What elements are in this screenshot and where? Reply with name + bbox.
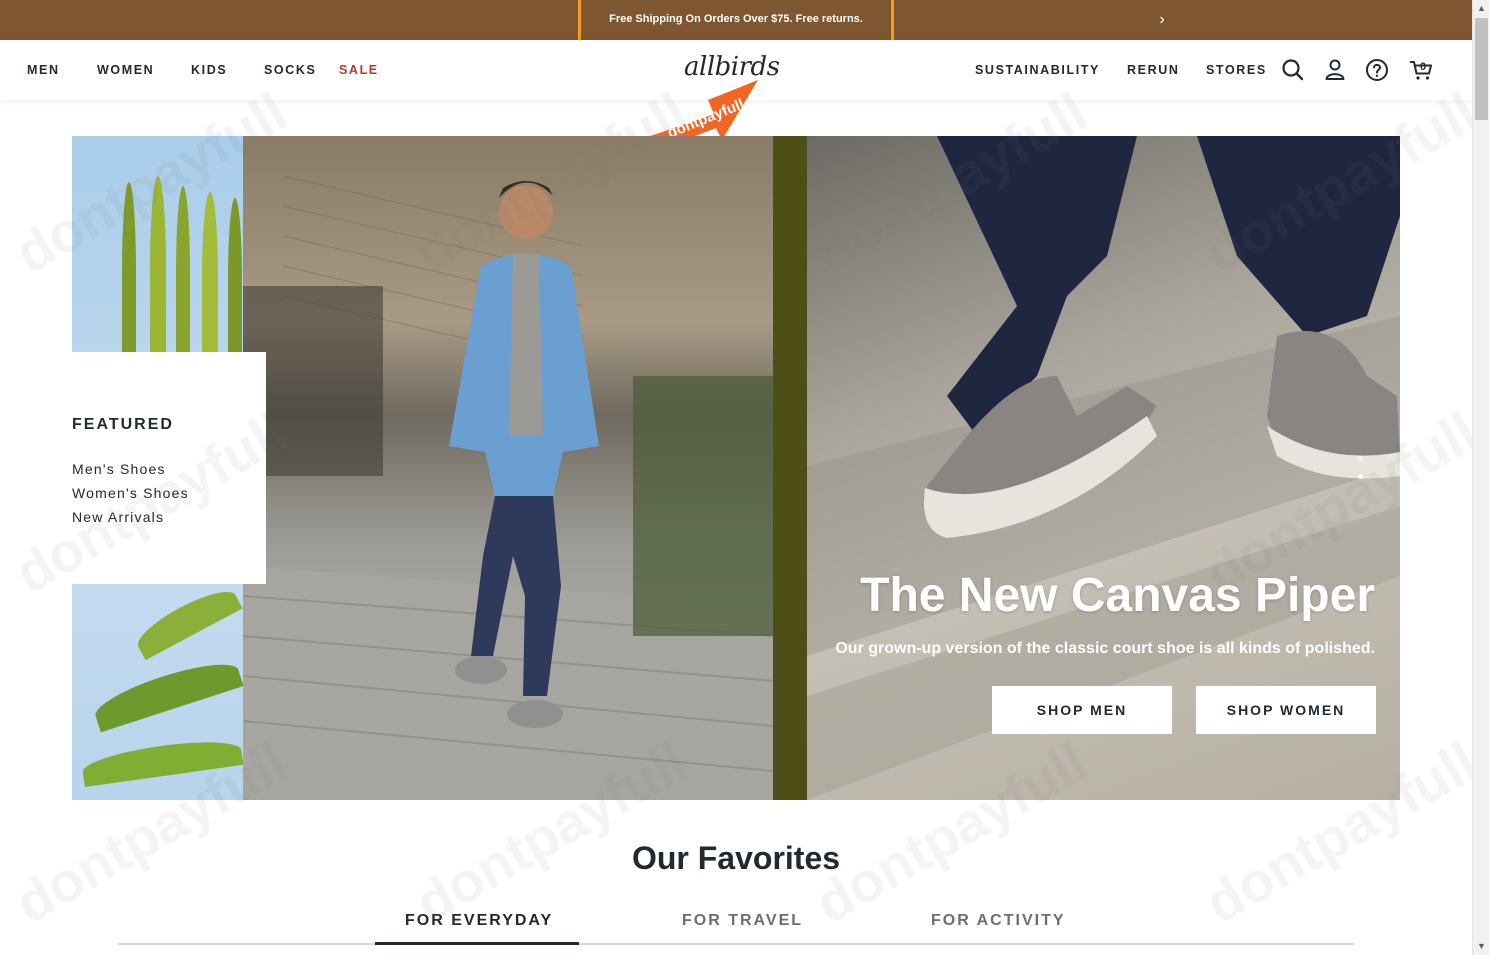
- promo-text: Free Shipping On Orders Over $75. Free r…: [609, 13, 863, 25]
- plant-leaf: [202, 192, 218, 362]
- shop-men-button[interactable]: SHOP MEN: [992, 686, 1172, 734]
- nav-men[interactable]: MEN: [27, 63, 60, 77]
- featured-mens-shoes-link[interactable]: Men's Shoes: [72, 461, 166, 477]
- featured-new-arrivals-link[interactable]: New Arrivals: [72, 509, 164, 525]
- account-icon[interactable]: [1322, 57, 1348, 83]
- scroll-down-arrow-icon[interactable]: ▼: [1473, 938, 1489, 955]
- slide-dot-2[interactable]: [1358, 474, 1363, 479]
- nav-socks[interactable]: SOCKS: [264, 63, 316, 77]
- nav-sale[interactable]: SALE: [339, 63, 379, 77]
- shop-women-button[interactable]: SHOP WOMEN: [1196, 686, 1376, 734]
- hero-subtitle: Our grown-up version of the classic cour…: [835, 640, 1375, 657]
- tab-for-travel[interactable]: FOR TRAVEL: [682, 912, 803, 930]
- plant-leaf: [150, 176, 166, 362]
- featured-womens-shoes-link[interactable]: Women's Shoes: [72, 485, 189, 501]
- nav-rerun[interactable]: RERUN: [1127, 63, 1179, 77]
- plant-leaf: [131, 581, 243, 661]
- featured-menu: FEATURED Men's Shoes Women's Shoes New A…: [72, 352, 266, 584]
- hero-banner: FEATURED Men's Shoes Women's Shoes New A…: [72, 136, 1400, 800]
- active-tab-indicator: [375, 942, 579, 945]
- cart-icon[interactable]: 0: [1408, 57, 1434, 83]
- plant-leaf: [228, 198, 242, 362]
- slide-dot-1[interactable]: [1358, 456, 1363, 461]
- plant-leaf: [80, 735, 244, 787]
- help-icon[interactable]: [1364, 57, 1390, 83]
- hero-title: The New Canvas Piper: [860, 569, 1375, 622]
- featured-heading: FEATURED: [72, 416, 174, 433]
- favorites-title: Our Favorites: [631, 840, 841, 876]
- tabs-divider: [118, 943, 1354, 945]
- tab-for-everyday[interactable]: FOR EVERYDAY: [405, 912, 553, 930]
- olive-divider: [773, 136, 807, 800]
- nav-kids[interactable]: KIDS: [191, 63, 227, 77]
- plant-leaf: [90, 653, 244, 733]
- tab-for-activity[interactable]: FOR ACTIVITY: [931, 912, 1066, 930]
- plant-leaf: [176, 186, 190, 362]
- promo-bar: Free Shipping On Orders Over $75. Free r…: [0, 0, 1472, 40]
- model-walking-image: [242, 136, 774, 800]
- page-scrollbar[interactable]: ▲ ▼: [1472, 0, 1489, 955]
- plant-leaf: [122, 182, 136, 362]
- scroll-up-arrow-icon[interactable]: ▲: [1473, 0, 1489, 17]
- scroll-thumb[interactable]: [1475, 18, 1488, 120]
- nav-sustainability[interactable]: SUSTAINABILITY: [975, 63, 1100, 77]
- cart-count: 0: [1420, 61, 1426, 73]
- chevron-right-icon[interactable]: ›: [1154, 10, 1170, 30]
- search-icon[interactable]: [1280, 57, 1306, 83]
- nav-women[interactable]: WOMEN: [97, 63, 154, 77]
- nav-stores[interactable]: STORES: [1206, 63, 1267, 77]
